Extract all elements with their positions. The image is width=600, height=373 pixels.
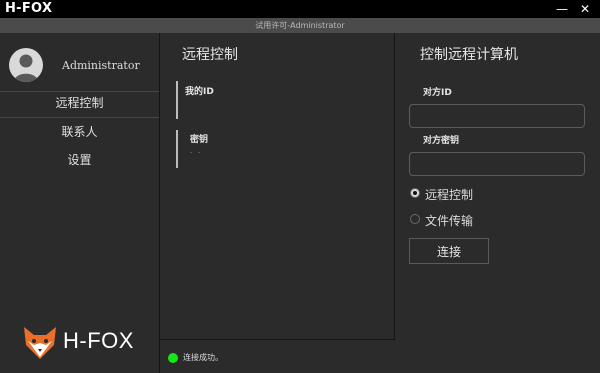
radio-label: 文件传输 bbox=[425, 214, 474, 228]
sidebar-item-remote-control[interactable]: 远程控制 bbox=[0, 90, 159, 116]
panel-title: 远程控制 bbox=[182, 47, 238, 63]
field-accent-bar bbox=[176, 81, 178, 119]
username: Administrator bbox=[62, 59, 140, 72]
sidebar-item-settings[interactable]: 设置 bbox=[0, 147, 159, 173]
brand-logo: H-FOX bbox=[20, 323, 150, 363]
avatar[interactable] bbox=[9, 48, 43, 82]
connect-button[interactable]: 连接 bbox=[409, 238, 489, 264]
status-indicator-icon bbox=[168, 353, 178, 363]
minimize-button[interactable]: — bbox=[551, 0, 573, 18]
peer-password-label: 对方密钥 bbox=[423, 136, 460, 146]
close-button[interactable]: ✕ bbox=[574, 0, 596, 18]
sidebar: Administrator 远程控制 联系人 设置 H-FOX bbox=[0, 33, 160, 373]
status-bar: 连接成功。 bbox=[160, 339, 395, 373]
title-bar: H-FOX — ✕ bbox=[0, 0, 600, 18]
peer-id-input[interactable] bbox=[409, 104, 585, 128]
peer-password-input[interactable] bbox=[409, 152, 585, 176]
fox-logo-icon bbox=[24, 327, 56, 359]
sidebar-item-contacts[interactable]: 联系人 bbox=[0, 119, 159, 145]
radio-label: 远程控制 bbox=[425, 188, 474, 202]
license-subtitle: 试用许可-Administrator bbox=[0, 18, 600, 33]
panel-title: 控制远程计算机 bbox=[420, 47, 518, 63]
peer-id-label: 对方ID bbox=[423, 88, 452, 98]
brand-name: H-FOX bbox=[63, 328, 134, 353]
divider bbox=[0, 117, 159, 118]
field-accent-bar bbox=[176, 130, 178, 168]
password-value: - - bbox=[190, 149, 203, 156]
radio-button[interactable] bbox=[410, 214, 420, 224]
remote-panel: 控制远程计算机 对方ID 对方密钥 远程控制 文件传输 连接 bbox=[395, 33, 600, 373]
my-id-label: 我的ID bbox=[185, 87, 214, 97]
app-title: H-FOX bbox=[5, 1, 53, 16]
user-icon bbox=[14, 54, 38, 82]
status-text: 连接成功。 bbox=[183, 353, 223, 362]
password-label: 密钥 bbox=[190, 135, 209, 145]
radio-button[interactable] bbox=[410, 188, 420, 198]
local-panel: 远程控制 我的ID 密钥 - - bbox=[160, 33, 395, 339]
